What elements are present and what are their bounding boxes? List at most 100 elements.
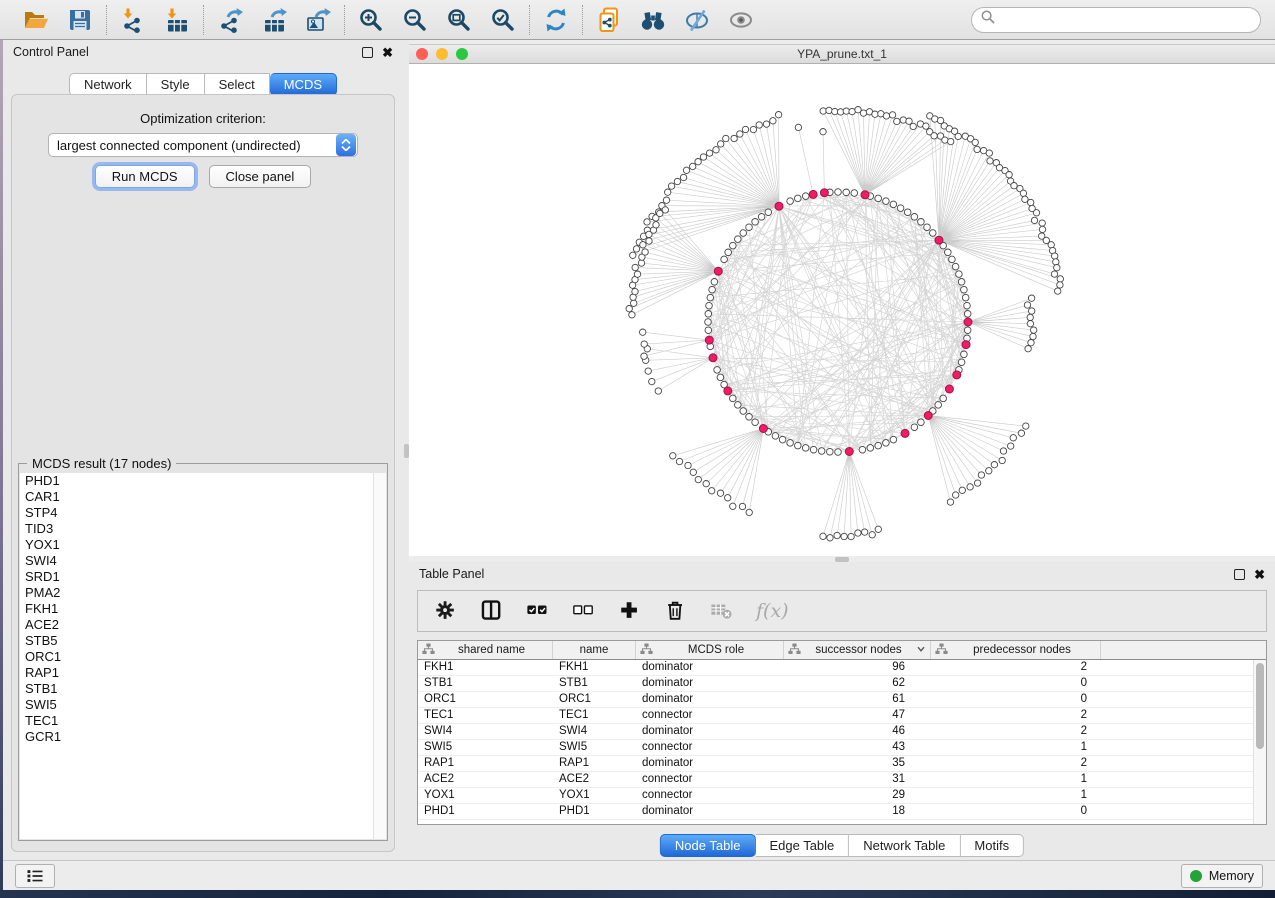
add-entry-icon[interactable]	[618, 599, 642, 623]
result-list-item[interactable]: ORC1	[20, 649, 386, 665]
table-cell[interactable]: dominator	[636, 756, 784, 771]
export-image-icon[interactable]	[304, 6, 332, 34]
table-cell[interactable]: PHD1	[553, 804, 636, 819]
table-cell[interactable]: SWI4	[553, 724, 636, 739]
table-cell[interactable]: 0	[931, 676, 1101, 691]
result-list-item[interactable]: FKH1	[20, 601, 386, 617]
table-cell[interactable]: 2	[931, 660, 1101, 675]
table-cell[interactable]: dominator	[636, 724, 784, 739]
table-cell[interactable]: 1	[931, 772, 1101, 787]
result-list-item[interactable]: RAP1	[20, 665, 386, 681]
table-cell[interactable]: 18	[784, 804, 931, 819]
table-row[interactable]: ORC1ORC1dominator610	[418, 692, 1266, 708]
table-cell[interactable]: 61	[784, 692, 931, 707]
table-cell[interactable]: ORC1	[418, 692, 553, 707]
table-scrollbar[interactable]	[1253, 660, 1266, 824]
table-cell[interactable]: ORC1	[553, 692, 636, 707]
result-list-item[interactable]: CAR1	[20, 489, 386, 505]
tab-network[interactable]: Network	[69, 73, 147, 96]
splitter-handle[interactable]	[404, 444, 409, 458]
network-graph[interactable]	[409, 64, 1275, 556]
window-zoom-traffic-light[interactable]	[456, 48, 468, 60]
splitter-handle[interactable]	[835, 557, 849, 562]
result-list-item[interactable]: STP4	[20, 505, 386, 521]
result-list-item[interactable]: PHD1	[20, 473, 386, 489]
window-close-traffic-light[interactable]	[416, 48, 428, 60]
tab-edge-table[interactable]: Edge Table	[755, 834, 849, 857]
table-cell[interactable]: connector	[636, 708, 784, 723]
column-header-mcds-role[interactable]: MCDS role	[636, 641, 784, 659]
column-header-shared-name[interactable]: shared name	[418, 641, 553, 659]
import-network-icon[interactable]	[119, 6, 147, 34]
table-cell[interactable]: PHD1	[418, 804, 553, 819]
export-network-icon[interactable]	[216, 6, 244, 34]
tab-network-table[interactable]: Network Table	[849, 834, 960, 857]
tab-motifs[interactable]: Motifs	[960, 834, 1024, 857]
float-panel-icon[interactable]	[362, 47, 373, 58]
table-cell[interactable]: SWI5	[418, 740, 553, 755]
show-eye-icon[interactable]	[727, 6, 755, 34]
table-cell[interactable]: SWI4	[418, 724, 553, 739]
float-panel-icon[interactable]	[1234, 569, 1245, 580]
table-cell[interactable]: 31	[784, 772, 931, 787]
table-cell[interactable]: dominator	[636, 676, 784, 691]
tab-node-table[interactable]: Node Table	[660, 834, 756, 857]
column-header-predecessor-nodes[interactable]: predecessor nodes	[931, 641, 1101, 659]
result-list-item[interactable]: STB1	[20, 681, 386, 697]
table-cell[interactable]: RAP1	[553, 756, 636, 771]
table-cell[interactable]: 2	[931, 708, 1101, 723]
refresh-icon[interactable]	[542, 6, 570, 34]
zoom-in-icon[interactable]	[357, 6, 385, 34]
table-cell[interactable]: STB1	[418, 676, 553, 691]
run-mcds-button[interactable]: Run MCDS	[95, 165, 195, 188]
save-icon[interactable]	[66, 6, 94, 34]
search-input[interactable]	[1001, 13, 1251, 27]
table-cell[interactable]: STB1	[553, 676, 636, 691]
hide-glyph-icon[interactable]	[683, 6, 711, 34]
table-cell[interactable]: connector	[636, 740, 784, 755]
table-cell[interactable]: 2	[931, 724, 1101, 739]
result-list-item[interactable]: YOX1	[20, 537, 386, 553]
result-list-item[interactable]: SRD1	[20, 569, 386, 585]
column-header-name[interactable]: name	[553, 641, 636, 659]
scrollbar-thumb[interactable]	[1256, 663, 1264, 749]
binoculars-icon[interactable]	[639, 6, 667, 34]
deselect-all-icon[interactable]	[572, 599, 596, 623]
memory-button[interactable]: Memory	[1181, 864, 1263, 888]
tab-mcds[interactable]: MCDS	[270, 73, 337, 96]
table-cell[interactable]: ACE2	[418, 772, 553, 787]
table-cell[interactable]: connector	[636, 788, 784, 803]
result-list-item[interactable]: PMA2	[20, 585, 386, 601]
table-cell[interactable]: 2	[931, 756, 1101, 771]
table-row[interactable]: STB1STB1dominator620	[418, 676, 1266, 692]
zoom-fit-icon[interactable]	[445, 6, 473, 34]
delete-entry-icon[interactable]	[664, 599, 688, 623]
result-list-item[interactable]: TEC1	[20, 713, 386, 729]
select-all-icon[interactable]	[526, 599, 550, 623]
table-cell[interactable]: YOX1	[418, 788, 553, 803]
settings-gear-icon[interactable]	[434, 599, 458, 623]
table-row[interactable]: PHD1PHD1dominator180	[418, 804, 1266, 820]
table-row[interactable]: RAP1RAP1dominator352	[418, 756, 1266, 772]
table-cell[interactable]: 29	[784, 788, 931, 803]
table-row[interactable]: YOX1YOX1connector291	[418, 788, 1266, 804]
table-row[interactable]: ACE2ACE2connector311	[418, 772, 1266, 788]
table-cell[interactable]: RAP1	[418, 756, 553, 771]
window-minimize-traffic-light[interactable]	[436, 48, 448, 60]
task-history-button[interactable]	[15, 864, 55, 888]
table-row[interactable]: FKH1FKH1dominator962	[418, 660, 1266, 676]
table-row[interactable]: SWI4SWI4dominator462	[418, 724, 1266, 740]
tab-select[interactable]: Select	[205, 73, 270, 96]
table-cell[interactable]: FKH1	[418, 660, 553, 675]
split-view-icon[interactable]	[480, 599, 504, 623]
search-box[interactable]	[971, 7, 1261, 33]
table-cell[interactable]: TEC1	[418, 708, 553, 723]
zoom-out-icon[interactable]	[401, 6, 429, 34]
export-table-icon[interactable]	[260, 6, 288, 34]
open-folder-icon[interactable]	[22, 6, 50, 34]
mcds-result-list[interactable]: PHD1CAR1STP4TID3YOX1SWI4SRD1PMA2FKH1ACE2…	[20, 473, 386, 839]
table-cell[interactable]: dominator	[636, 660, 784, 675]
result-list-item[interactable]: GCR1	[20, 729, 386, 745]
table-row[interactable]: TEC1TEC1connector472	[418, 708, 1266, 724]
table-cell[interactable]: 35	[784, 756, 931, 771]
